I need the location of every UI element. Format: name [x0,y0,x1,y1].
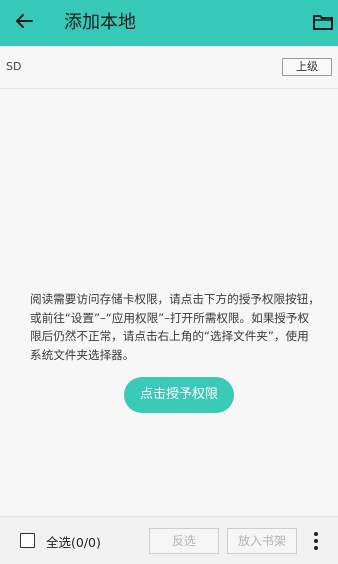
page-title: 添加本地 [64,12,136,33]
select-all-label[interactable]: 全选(0/0) [46,532,101,551]
folder-icon [312,15,334,36]
grant-permission-button[interactable]: 点击授予权限 [124,377,234,413]
permission-message: 阅读需要访问存储卡权限，请点击下方的授予权限按钮，或前往“设置”–“应用权限”–… [30,292,320,362]
top-app-bar: 添加本地 [0,0,338,46]
invert-selection-button[interactable]: 反选 [149,528,219,554]
back-button[interactable] [12,11,36,35]
path-bar: SD 上级 [0,46,338,89]
back-arrow-icon [15,13,33,33]
current-path: SD [6,60,22,73]
add-to-bookshelf-button[interactable]: 放入书架 [227,528,297,554]
more-options-button[interactable] [311,531,321,551]
select-all-checkbox[interactable] [20,533,35,548]
bottom-action-bar: 全选(0/0) 反选 放入书架 [0,516,338,564]
choose-folder-button[interactable] [312,12,334,34]
parent-directory-button[interactable]: 上级 [282,58,332,76]
